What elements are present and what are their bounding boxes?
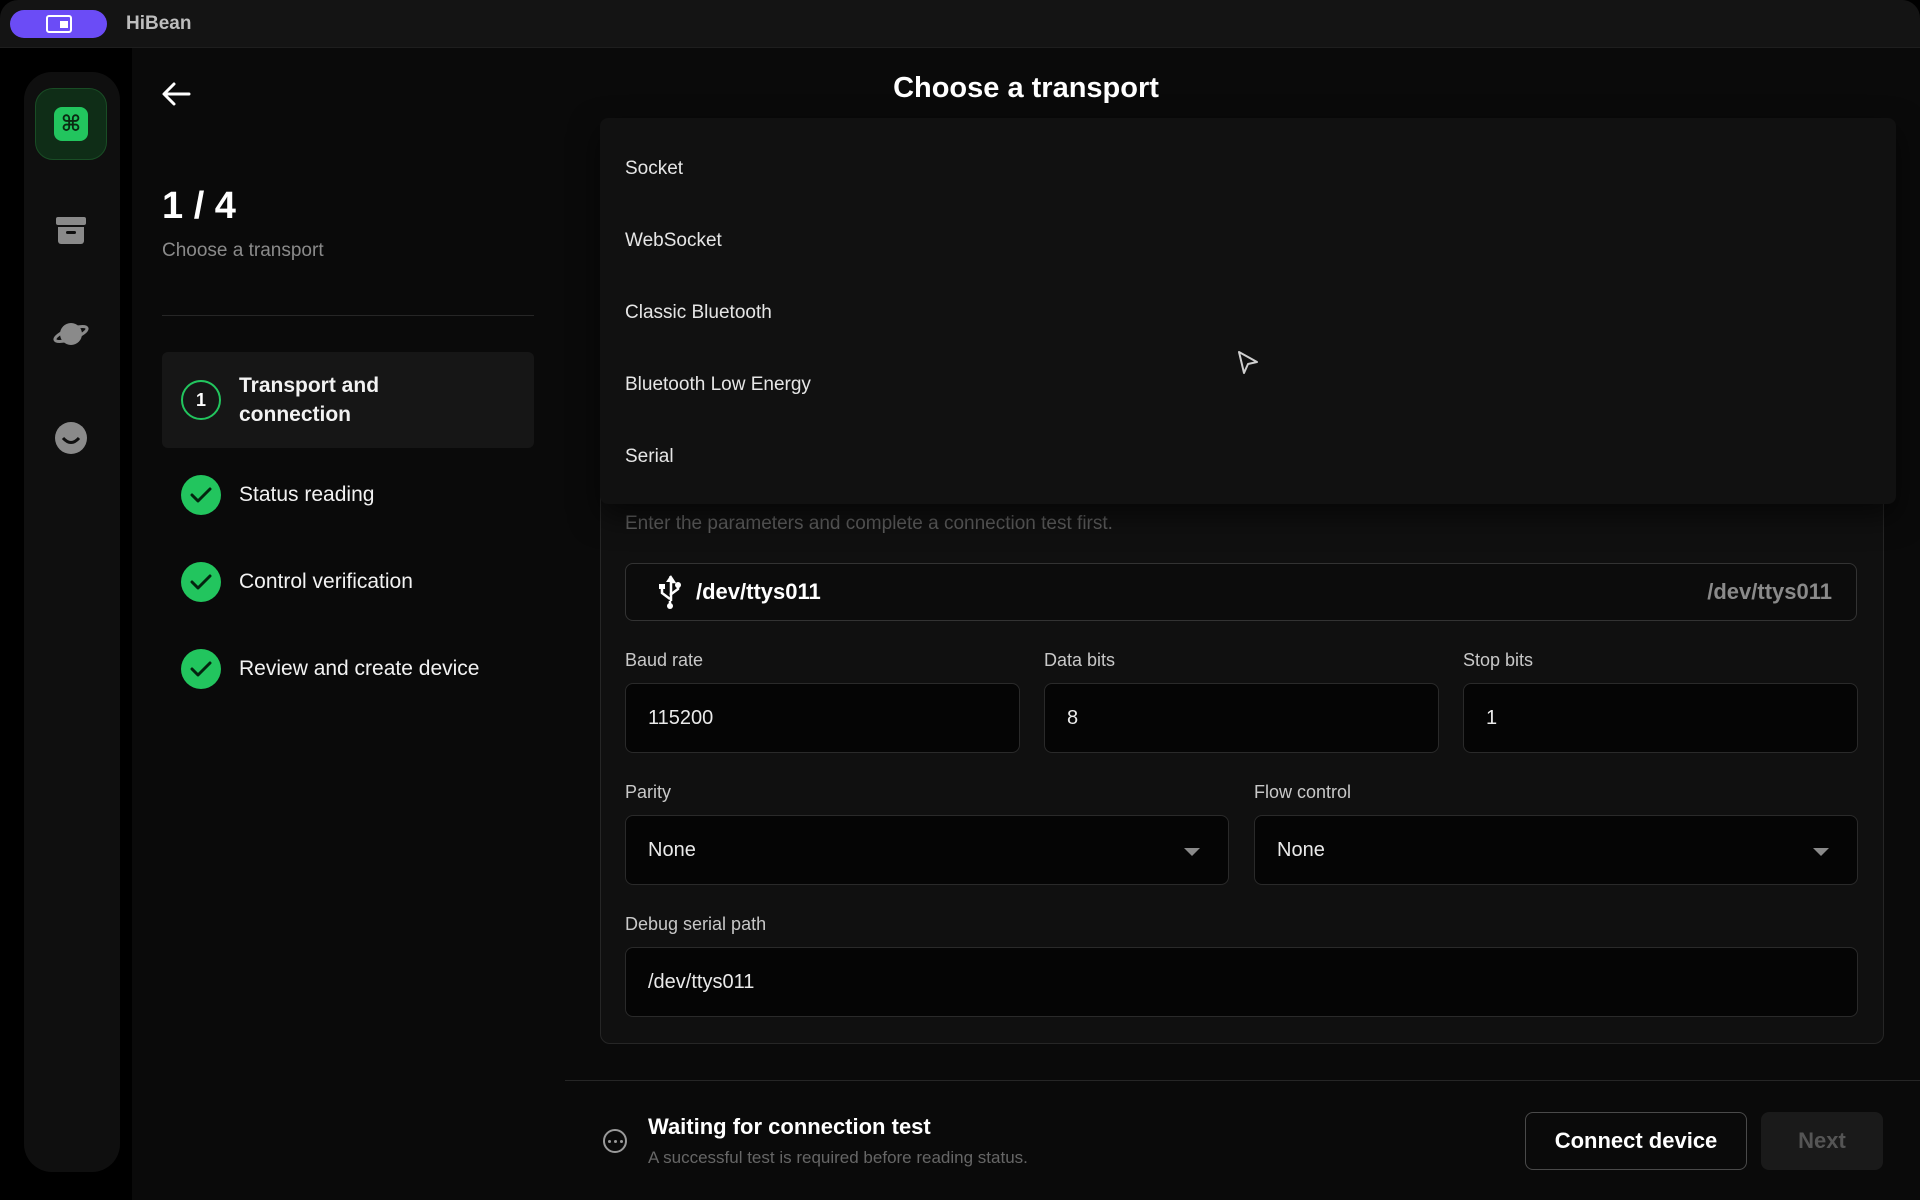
nav-devices[interactable]: ⌘ bbox=[35, 88, 107, 160]
flow-control-label: Flow control bbox=[1254, 782, 1352, 802]
option-socket[interactable]: Socket bbox=[625, 158, 683, 180]
transport-dropdown-menu: Socket WebSocket Classic Bluetooth Bluet… bbox=[600, 118, 1896, 504]
stop-bits-input[interactable]: 1 bbox=[1463, 683, 1858, 753]
app-name: HiBean bbox=[126, 13, 192, 34]
step-counter: 1 / 4 bbox=[162, 185, 236, 227]
command-icon: ⌘ bbox=[54, 107, 88, 141]
form-hint: Enter the parameters and complete a conn… bbox=[625, 513, 1113, 534]
option-classic-bluetooth[interactable]: Classic Bluetooth bbox=[625, 302, 772, 324]
footer-divider bbox=[565, 1080, 1920, 1081]
status-title: Waiting for connection test bbox=[648, 1114, 931, 1139]
check-icon bbox=[181, 562, 221, 602]
debug-path-value: /dev/ttys011 bbox=[648, 970, 755, 993]
page-title: Choose a transport bbox=[893, 72, 1159, 104]
archive-icon bbox=[56, 217, 86, 244]
option-bluetooth-low-energy[interactable]: Bluetooth Low Energy bbox=[625, 374, 811, 396]
option-serial[interactable]: Serial bbox=[625, 446, 674, 468]
title-bar: HiBean bbox=[0, 0, 1920, 48]
flow-control-select[interactable]: None bbox=[1254, 815, 1858, 885]
check-icon bbox=[181, 649, 221, 689]
chevron-down-icon bbox=[1184, 848, 1200, 856]
back-button[interactable] bbox=[156, 74, 196, 114]
step-subtitle: Choose a transport bbox=[162, 240, 324, 261]
back-arrow-icon bbox=[162, 82, 191, 106]
parity-value: None bbox=[648, 838, 696, 861]
data-bits-input[interactable]: 8 bbox=[1044, 683, 1439, 753]
check-icon bbox=[181, 475, 221, 515]
port-value: /dev/ttys011 bbox=[696, 579, 821, 604]
port-path: /dev/ttys011 bbox=[1707, 579, 1832, 604]
debug-path-input[interactable]: /dev/ttys011 bbox=[625, 947, 1858, 1017]
data-bits-value: 8 bbox=[1067, 706, 1079, 729]
step-status[interactable]: Status reading bbox=[162, 475, 534, 515]
stop-bits-label: Stop bits bbox=[1463, 650, 1534, 670]
planet-icon bbox=[53, 323, 89, 345]
baud-rate-value: 115200 bbox=[648, 706, 714, 729]
app-window-icon bbox=[45, 15, 72, 33]
status-subtitle: A successful test is required before rea… bbox=[648, 1148, 1028, 1167]
nav-rail: ⌘ bbox=[24, 72, 120, 1172]
nav-archive[interactable] bbox=[35, 194, 107, 266]
step-control[interactable]: Control verification bbox=[162, 562, 534, 602]
data-bits-label: Data bits bbox=[1044, 650, 1116, 670]
stop-bits-value: 1 bbox=[1486, 706, 1498, 729]
flow-control-value: None bbox=[1277, 838, 1325, 861]
connect-device-button[interactable]: Connect device bbox=[1525, 1112, 1747, 1170]
step-number: 1 bbox=[181, 380, 221, 420]
parity-label: Parity bbox=[625, 782, 672, 802]
step-label: Review and create device bbox=[239, 657, 480, 680]
cursor-icon bbox=[1238, 351, 1258, 374]
baud-rate-label: Baud rate bbox=[625, 650, 704, 670]
nav-explore[interactable] bbox=[35, 298, 107, 370]
step-label: Status reading bbox=[239, 483, 375, 506]
step-review[interactable]: Review and create device bbox=[162, 649, 534, 689]
smile-icon bbox=[55, 422, 87, 454]
debug-path-label: Debug serial path bbox=[625, 914, 767, 934]
step-transport[interactable]: 1 Transport and connection bbox=[162, 352, 534, 448]
step-label: Transport and connection bbox=[239, 374, 380, 426]
serial-port-select[interactable]: /dev/ttys011 /dev/ttys011 bbox=[625, 563, 1857, 621]
divider bbox=[162, 315, 534, 316]
option-websocket[interactable]: WebSocket bbox=[625, 230, 722, 252]
parity-select[interactable]: None bbox=[625, 815, 1229, 885]
baud-rate-input[interactable]: 115200 bbox=[625, 683, 1020, 753]
app-badge[interactable] bbox=[10, 10, 107, 38]
nav-profile[interactable] bbox=[35, 402, 107, 474]
step-label: Control verification bbox=[239, 570, 413, 593]
chevron-down-icon bbox=[1813, 848, 1829, 856]
usb-icon bbox=[659, 575, 681, 609]
next-button[interactable]: Next bbox=[1761, 1112, 1883, 1170]
more-icon bbox=[603, 1129, 627, 1153]
